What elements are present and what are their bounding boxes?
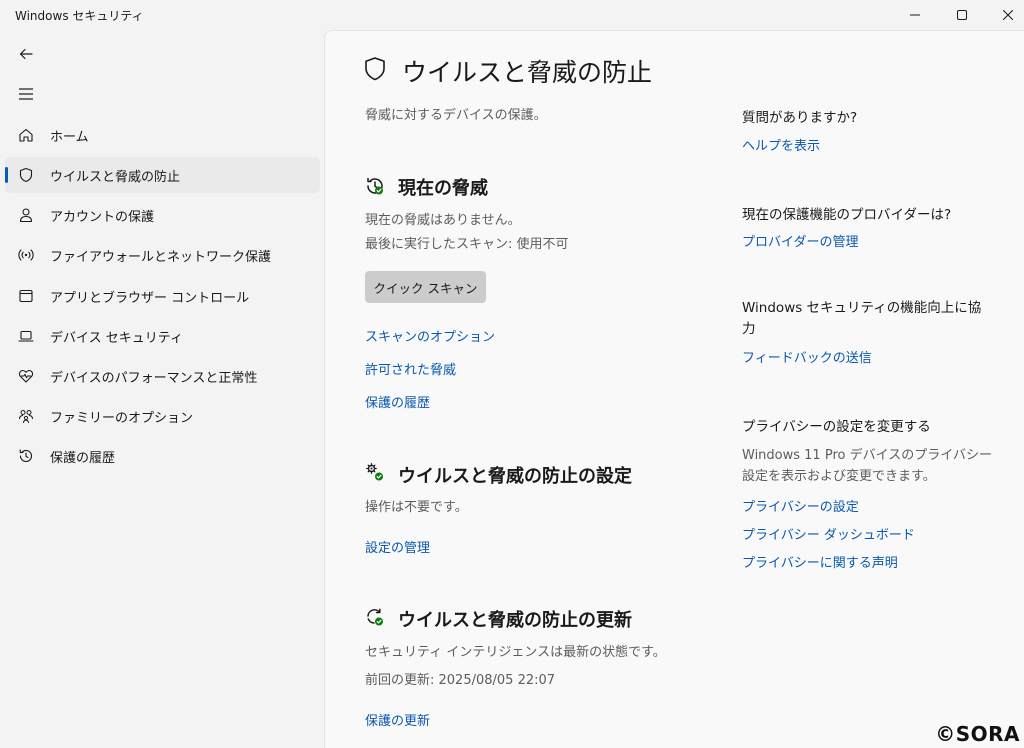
get-help-link[interactable]: ヘルプを表示 — [742, 135, 820, 154]
sidebar-item-account-protection[interactable]: アカウントの保護 — [5, 197, 320, 233]
manage-settings-link[interactable]: 設定の管理 — [365, 537, 430, 556]
shield-icon — [17, 166, 35, 184]
last-update-text: 前回の更新: 2025/08/05 22:07 — [365, 673, 556, 688]
family-icon — [17, 407, 35, 425]
sidebar-item-label: ホーム — [50, 130, 89, 145]
last-scan-text: 最後に実行したスキャン: 使用不可 — [365, 237, 569, 252]
active-indicator — [5, 167, 8, 183]
sidebar-item-label: デバイスのパフォーマンスと正常性 — [50, 371, 258, 386]
improve-heading: Windows セキュリティの機能向上に協力 — [742, 300, 982, 337]
sidebar-item-label: ウイルスと脅威の防止 — [50, 170, 181, 185]
protection-updates-heading: ウイルスと脅威の防止の更新 — [398, 610, 632, 631]
sidebar-item-device-security[interactable]: デバイス セキュリティ — [5, 318, 320, 354]
maximize-icon — [957, 10, 967, 20]
privacy-dashboard-link[interactable]: プライバシー ダッシュボード — [742, 524, 915, 543]
sidebar-item-label: 保護の履歴 — [50, 451, 116, 466]
close-icon — [1003, 10, 1013, 20]
protection-settings-status: 操作は不要です。 — [365, 500, 468, 515]
title-bar: Windows セキュリティ — [0, 0, 1024, 30]
privacy-settings-link[interactable]: プライバシーの設定 — [742, 496, 859, 515]
protection-history-link[interactable]: 保護の履歴 — [365, 392, 430, 411]
sidebar-item-label: デバイス セキュリティ — [50, 331, 183, 346]
maximize-button[interactable] — [939, 0, 985, 30]
sidebar-item-home[interactable]: ホーム — [5, 117, 320, 153]
watermark: ©SORA — [935, 722, 1020, 746]
threat-history-icon — [365, 176, 385, 200]
hamburger-menu-button[interactable] — [10, 78, 42, 110]
back-arrow-icon — [19, 48, 33, 60]
back-button[interactable] — [10, 38, 42, 70]
settings-gears-icon — [365, 462, 385, 486]
sidebar: ホーム ウイルスと脅威の防止 アカウントの保護 ファイアウォールとネットワーク保… — [0, 30, 324, 748]
sidebar-item-label: アプリとブラウザー コントロール — [50, 291, 250, 306]
sidebar-item-device-performance[interactable]: デバイスのパフォーマンスと正常性 — [5, 358, 320, 394]
window-title: Windows セキュリティ — [15, 9, 144, 23]
privacy-statement-link[interactable]: プライバシーに関する声明 — [742, 552, 898, 571]
hamburger-menu-icon — [19, 88, 33, 100]
protection-settings-heading: ウイルスと脅威の防止の設定 — [398, 466, 632, 487]
send-feedback-link[interactable]: フィードバックの送信 — [742, 347, 872, 366]
person-icon — [17, 206, 35, 224]
protection-updates-link[interactable]: 保護の更新 — [365, 710, 430, 729]
sidebar-item-label: アカウントの保護 — [50, 210, 155, 225]
sidebar-item-label: ファイアウォールとネットワーク保護 — [50, 250, 272, 265]
current-threats-heading: 現在の脅威 — [398, 178, 488, 199]
home-icon — [17, 126, 35, 144]
laptop-icon — [17, 327, 35, 345]
quick-scan-button[interactable]: クイック スキャン — [365, 271, 486, 303]
main-content: ウイルスと脅威の防止 脅威に対するデバイスの保護。 現在の脅威 現在の脅威はあり… — [324, 30, 1024, 748]
page-subtitle: 脅威に対するデバイスの保護。 — [365, 108, 547, 123]
app-browser-icon — [17, 287, 35, 305]
update-sync-icon — [365, 607, 385, 631]
close-button[interactable] — [985, 0, 1024, 30]
allowed-threats-link[interactable]: 許可された脅威 — [365, 359, 456, 378]
sidebar-item-protection-history[interactable]: 保護の履歴 — [5, 438, 320, 474]
sidebar-item-family-options[interactable]: ファミリーのオプション — [5, 398, 320, 434]
page-title: ウイルスと脅威の防止 — [402, 58, 653, 87]
shield-icon — [363, 56, 387, 86]
minimize-button[interactable] — [892, 0, 938, 30]
privacy-heading: プライバシーの設定を変更する — [742, 419, 931, 435]
protection-updates-status: セキュリティ インテリジェンスは最新の状態です。 — [365, 645, 666, 660]
help-question-heading: 質問がありますか? — [742, 110, 858, 126]
sidebar-item-app-browser[interactable]: アプリとブラウザー コントロール — [5, 278, 320, 314]
wifi-antenna-icon — [17, 246, 35, 264]
sidebar-item-firewall[interactable]: ファイアウォールとネットワーク保護 — [5, 237, 320, 273]
scan-options-link[interactable]: スキャンのオプション — [365, 326, 495, 345]
sidebar-item-label: ファミリーのオプション — [50, 411, 194, 426]
privacy-description: Windows 11 Pro デバイスのプライバシー設定を表示および変更できます… — [742, 448, 992, 484]
heart-pulse-icon — [17, 367, 35, 385]
sidebar-item-virus-protection[interactable]: ウイルスと脅威の防止 — [5, 157, 320, 193]
minimize-icon — [910, 14, 920, 16]
provider-heading: 現在の保護機能のプロバイダーは? — [742, 207, 952, 223]
windows-security-window: Windows セキュリティ ホーム ウイルスと脅威の防止 アカウントの保護 フ… — [0, 0, 1024, 748]
current-threats-status: 現在の脅威はありません。 — [365, 213, 521, 228]
manage-providers-link[interactable]: プロバイダーの管理 — [742, 231, 858, 250]
history-icon — [17, 447, 35, 465]
